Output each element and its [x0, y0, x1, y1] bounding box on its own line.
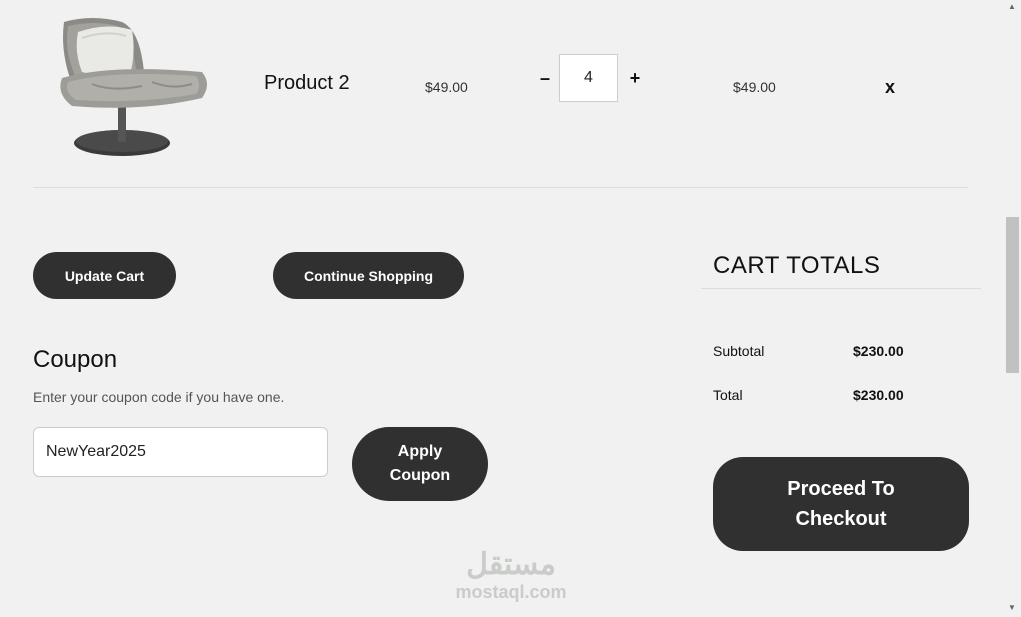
subtotal-value: $230.00: [853, 343, 904, 359]
cart-totals-divider: [701, 288, 981, 289]
watermark-domain: mostaql.com: [455, 582, 567, 602]
watermark: مستقل mostaql.com: [449, 548, 573, 602]
checkout-label-line1: Proceed To: [787, 478, 895, 500]
scrollbar-thumb[interactable]: [1006, 217, 1019, 373]
quantity-increase-button[interactable]: +: [627, 68, 643, 90]
proceed-to-checkout-button[interactable]: Proceed To Checkout: [713, 457, 969, 551]
total-value: $230.00: [853, 387, 904, 403]
update-cart-button[interactable]: Update Cart: [33, 252, 176, 299]
coupon-code-input[interactable]: [33, 427, 328, 477]
coupon-description: Enter your coupon code if you have one.: [33, 389, 285, 405]
apply-coupon-label-line2: Coupon: [389, 467, 451, 484]
product-price: $49.00: [425, 79, 468, 95]
line-total: $49.00: [733, 79, 776, 95]
apply-coupon-button[interactable]: Apply Coupon: [352, 427, 488, 501]
total-label: Total: [713, 387, 743, 403]
scroll-up-arrow-icon[interactable]: ▲: [1008, 2, 1016, 11]
coupon-heading: Coupon: [33, 346, 118, 373]
quantity-input[interactable]: [559, 54, 618, 102]
apply-coupon-label-line1: Apply: [397, 443, 443, 460]
row-divider: [33, 187, 968, 188]
product-image[interactable]: [52, 12, 218, 162]
continue-shopping-button[interactable]: Continue Shopping: [273, 252, 464, 299]
watermark-logo: مستقل: [466, 548, 556, 581]
subtotal-label: Subtotal: [713, 343, 765, 359]
cart-totals-heading: CART TOTALS: [713, 252, 881, 279]
product-name[interactable]: Product 2: [264, 72, 350, 95]
lounge-chair-image: [60, 18, 208, 156]
checkout-label-line2: Checkout: [795, 508, 887, 530]
remove-item-button[interactable]: x: [885, 77, 895, 98]
quantity-decrease-button[interactable]: –: [537, 68, 553, 90]
scroll-down-arrow-icon[interactable]: ▼: [1008, 603, 1016, 612]
